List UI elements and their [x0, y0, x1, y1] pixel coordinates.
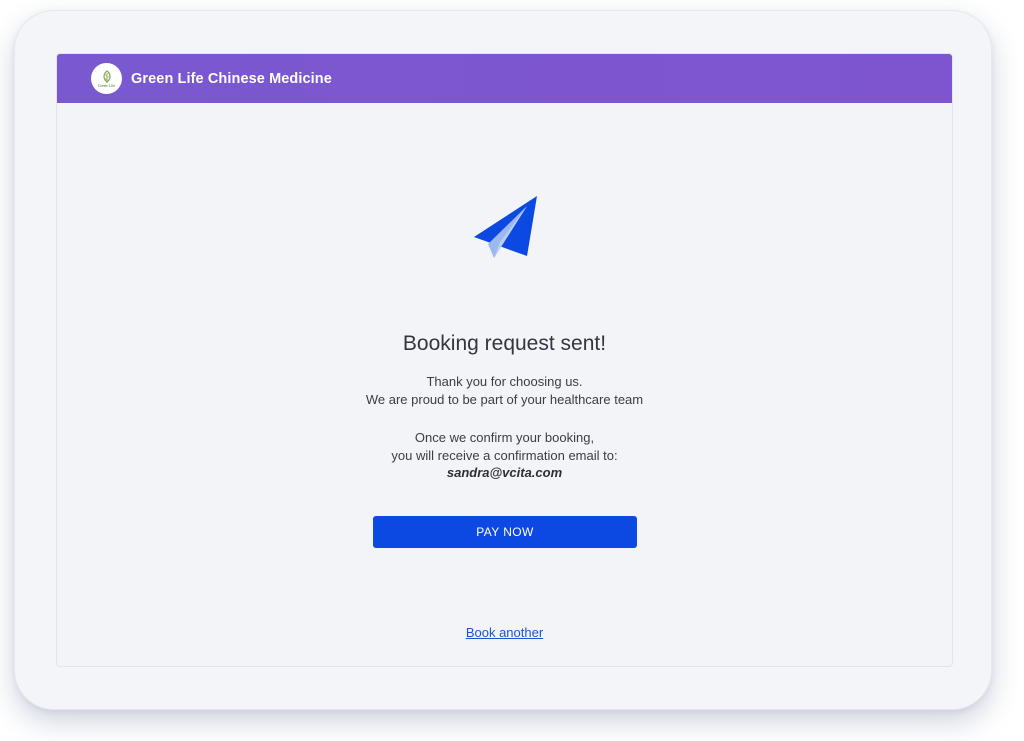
paper-plane-icon [474, 196, 537, 258]
confirm-line-1: Once we confirm your booking, [414, 430, 595, 445]
app-header: Green Life Green Life Chinese Medicine [57, 54, 952, 103]
brand-logo: Green Life [91, 63, 122, 94]
confirm-line-2: you will receive a confirmation email to… [391, 448, 618, 463]
confirmation-panel: Booking request sent! Thank you for choo… [57, 103, 952, 666]
book-another-container: Book another [57, 624, 952, 642]
thanks-line-2: We are proud to be part of your healthca… [365, 392, 644, 407]
leaf-icon [102, 69, 111, 83]
book-another-link[interactable]: Book another [466, 625, 543, 640]
pay-now-button[interactable]: PAY NOW [373, 516, 637, 548]
page-title: Booking request sent! [402, 332, 607, 355]
booking-window: Green Life Green Life Chinese Medicine B… [56, 53, 953, 667]
thanks-line-1: Thank you for choosing us. [426, 374, 583, 389]
confirmation-email: sandra@vcita.com [446, 465, 563, 480]
brand-name: Green Life Chinese Medicine [131, 70, 332, 87]
logo-text: Green Life [97, 82, 116, 88]
